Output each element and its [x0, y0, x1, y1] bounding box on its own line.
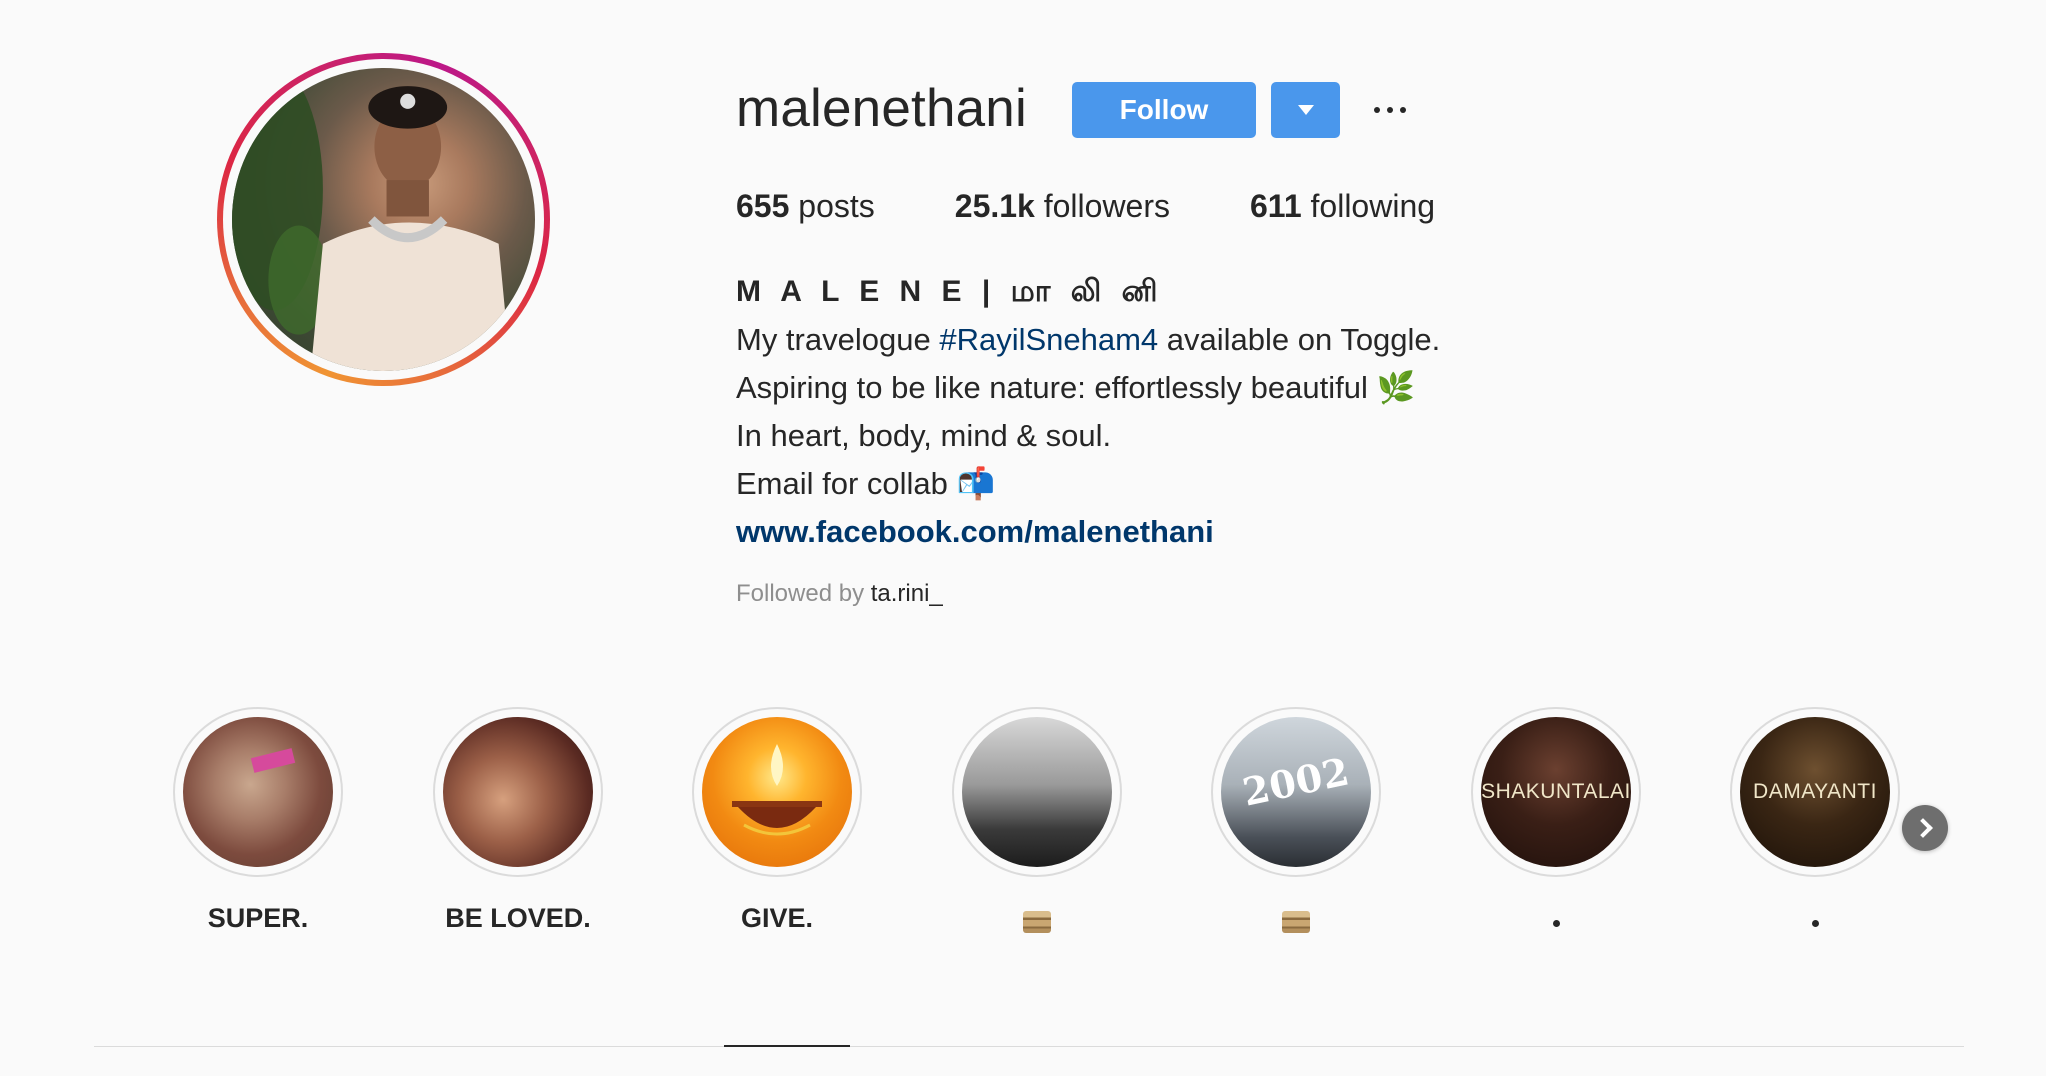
posts-label: posts	[798, 188, 875, 224]
more-options-button[interactable]	[1370, 96, 1410, 124]
more-dot-icon	[1387, 107, 1393, 113]
avatar-photo	[232, 68, 535, 371]
profile-avatar[interactable]	[217, 53, 550, 386]
highlight-label: GIVE.	[740, 903, 814, 933]
chevron-down-icon	[1297, 105, 1314, 115]
profile-page: malenethani Follow 655 posts 25.1k follo…	[0, 0, 2046, 1076]
highlight-label: SUPER.	[207, 903, 309, 933]
diya-lamp-icon	[732, 744, 822, 836]
highlight-overlay-text: 2002	[1238, 748, 1354, 815]
bio-text: My travelogue	[736, 322, 940, 357]
tabs-divider	[94, 1046, 1964, 1047]
posts-stat: 655 posts	[736, 188, 875, 225]
highlight-item[interactable]: 2002	[1211, 707, 1381, 943]
followers-label: followers	[1043, 188, 1170, 224]
highlights-next-button[interactable]	[1902, 805, 1948, 851]
highlight-label: BE LOVED.	[445, 903, 591, 933]
bio-line-4: Email for collab 📬	[736, 466, 996, 501]
followers-stat[interactable]: 25.1k followers	[955, 188, 1170, 225]
following-label: following	[1310, 188, 1436, 224]
more-dot-icon	[1400, 107, 1406, 113]
highlight-item[interactable]: DAMAYANTI	[1730, 707, 1900, 943]
chevron-right-icon	[1912, 818, 1933, 838]
profile-username: malenethani	[736, 79, 1027, 138]
followed-by-user: ta.rini_	[870, 580, 943, 607]
more-dot-icon	[1374, 107, 1380, 113]
dot-icon	[1811, 920, 1819, 927]
suggested-accounts-button[interactable]	[1271, 82, 1340, 138]
highlight-overlay-text: SHAKUNTALAI	[1481, 780, 1631, 803]
highlight-item[interactable]: SHAKUNTALAI	[1471, 707, 1641, 943]
profile-bio: M A L E N E | மா லி னி My travelogue #Ra…	[736, 268, 1440, 556]
website-link[interactable]: www.facebook.com/malenethani	[736, 514, 1214, 549]
highlight-overlay-text: DAMAYANTI	[1753, 780, 1877, 803]
following-stat[interactable]: 611 following	[1250, 188, 1435, 225]
bio-line-1: My travelogue #RayilSneham4 available on…	[736, 316, 1440, 364]
dot-icon	[1552, 920, 1560, 927]
bio-line-2: Aspiring to be like nature: effortlessly…	[736, 370, 1416, 405]
story-highlights: SUPER. BE LOVED. GIVE. 2002 SHAKUNTALAI …	[170, 707, 1970, 947]
followed-by-label: Followed by	[736, 580, 865, 607]
box-icon	[1023, 911, 1051, 933]
profile-stats: 655 posts 25.1k followers 611 following	[736, 188, 1515, 225]
highlight-item[interactable]: SUPER.	[173, 707, 343, 943]
highlight-cover	[183, 717, 333, 867]
highlight-cover: 2002	[1221, 717, 1371, 867]
highlight-cover	[443, 717, 593, 867]
highlight-item[interactable]	[952, 707, 1122, 943]
highlight-cover	[962, 717, 1112, 867]
highlight-cover: DAMAYANTI	[1740, 717, 1890, 867]
posts-count: 655	[736, 188, 790, 224]
following-count: 611	[1250, 188, 1302, 224]
box-icon	[1282, 911, 1310, 933]
active-tab-indicator	[724, 1045, 850, 1047]
follow-button[interactable]: Follow	[1072, 82, 1256, 138]
followers-count: 25.1k	[954, 188, 1035, 224]
highlight-cover: SHAKUNTALAI	[1481, 717, 1631, 867]
bio-line-3: In heart, body, mind & soul.	[736, 418, 1112, 453]
followed-by[interactable]: Followed by ta.rini_	[736, 580, 943, 608]
bio-text: available on Toggle.	[1158, 322, 1441, 357]
profile-display-name: M A L E N E | மா லி னி	[736, 275, 1164, 308]
highlight-cover	[702, 717, 852, 867]
hashtag-link[interactable]: #RayilSneham4	[939, 322, 1158, 357]
highlight-item[interactable]: BE LOVED.	[433, 707, 603, 943]
highlight-item[interactable]: GIVE.	[692, 707, 862, 943]
